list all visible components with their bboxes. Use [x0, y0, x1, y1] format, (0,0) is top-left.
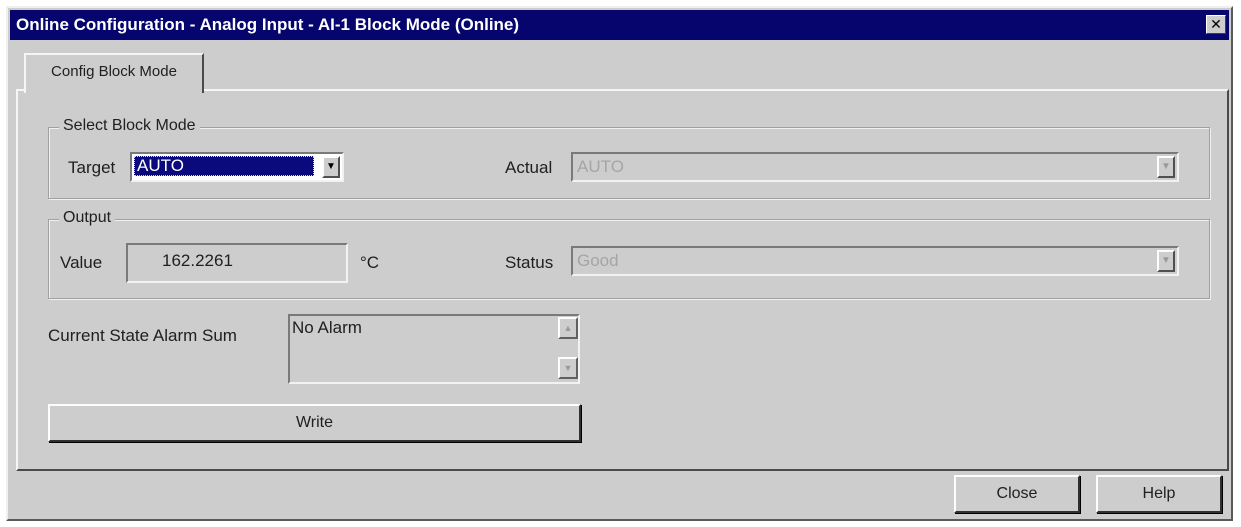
target-selected-value: AUTO — [134, 156, 314, 176]
status-value: Good — [577, 251, 619, 270]
write-button[interactable]: Write — [48, 404, 581, 442]
group-label-select-block-mode: Select Block Mode — [59, 117, 200, 135]
arrow-up-icon[interactable]: ▲ — [558, 317, 578, 339]
value-label: Value — [60, 253, 103, 272]
dialog-window: Online Configuration - Analog Input - AI… — [6, 6, 1233, 521]
group-label-output: Output — [59, 209, 116, 227]
alarm-label: Current State Alarm Sum — [48, 326, 237, 345]
tab-panel: Select Block Mode Target AUTO ▼ Actual A… — [16, 89, 1229, 471]
actual-label: Actual — [505, 158, 553, 177]
alarm-value: No Alarm — [292, 318, 362, 337]
actual-value: AUTO — [577, 157, 624, 176]
output-value: 162.2261 — [162, 251, 233, 270]
close-icon: ✕ — [1210, 16, 1222, 32]
close-button[interactable]: Close — [954, 475, 1080, 513]
chevron-down-icon: ▼ — [1157, 250, 1175, 272]
target-label: Target — [68, 158, 116, 177]
help-button-label: Help — [1142, 485, 1176, 502]
title-bar[interactable]: Online Configuration - Analog Input - AI… — [10, 10, 1229, 40]
output-value-field: 162.2261 — [126, 243, 348, 283]
window-title: Online Configuration - Analog Input - AI… — [16, 15, 520, 34]
arrow-down-icon[interactable]: ▼ — [558, 357, 578, 379]
chevron-down-icon[interactable]: ▼ — [322, 156, 340, 178]
help-button[interactable]: Help — [1096, 475, 1222, 513]
write-button-label: Write — [295, 414, 334, 431]
unit-label: °C — [360, 253, 380, 272]
status-label: Status — [505, 253, 554, 272]
tab-label: Config Block Mode — [51, 63, 177, 80]
actual-dropdown: AUTO ▼ — [571, 152, 1179, 182]
alarm-textbox[interactable]: No Alarm — [288, 314, 580, 384]
close-button-label: Close — [996, 485, 1038, 502]
status-dropdown: Good ▼ — [571, 246, 1179, 276]
target-dropdown[interactable]: AUTO ▼ — [130, 152, 344, 182]
chevron-down-icon: ▼ — [1157, 156, 1175, 178]
tab-config-block-mode[interactable]: Config Block Mode — [24, 53, 204, 93]
window-close-button[interactable]: ✕ — [1206, 15, 1226, 34]
